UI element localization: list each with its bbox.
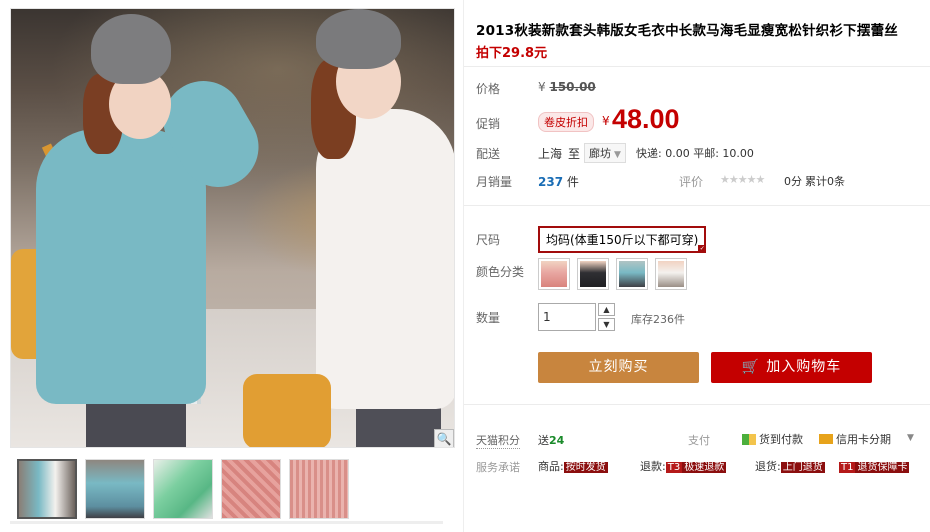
chevron-up-icon[interactable]: ▲ bbox=[598, 303, 615, 316]
model-legs bbox=[86, 399, 186, 447]
thumbnail[interactable] bbox=[17, 459, 77, 519]
cod-icon bbox=[742, 434, 756, 445]
add-to-cart-button[interactable]: 🛒 加入购物车 bbox=[711, 352, 872, 383]
points-number: 24 bbox=[549, 434, 565, 447]
points-value: 送24 bbox=[538, 432, 564, 448]
sales-label: 月销量 bbox=[476, 175, 513, 189]
add-to-cart-label: 加入购物车 bbox=[766, 359, 842, 375]
divider bbox=[464, 66, 930, 67]
original-price: ¥ 150.00 bbox=[538, 80, 596, 94]
stock-count: 库存236件 bbox=[631, 313, 685, 326]
service-item-label: 退款: bbox=[640, 460, 666, 473]
original-price-value: 150.00 bbox=[549, 80, 596, 94]
chevron-down-icon[interactable]: ▼ bbox=[907, 433, 914, 443]
promo-price: 48.00 bbox=[612, 104, 680, 134]
check-icon: ✓ bbox=[698, 245, 707, 253]
buy-now-button[interactable]: 立刻购买 bbox=[538, 352, 699, 383]
points-prefix: 送 bbox=[538, 434, 549, 447]
service-tag: T1 bbox=[839, 462, 856, 473]
service-tag: 退货保障卡 bbox=[855, 462, 910, 473]
quantity-input[interactable]: 1 bbox=[538, 303, 596, 331]
color-label: 颜色分类 bbox=[476, 265, 525, 279]
promo-label: 促销 bbox=[476, 117, 501, 131]
divider bbox=[464, 205, 930, 206]
service-tag: 上门退货 bbox=[780, 462, 825, 473]
thumbnail[interactable] bbox=[289, 459, 349, 519]
product-info-panel: 2013秋装新款套头韩版女毛衣中长款马海毛显瘦宽松针织衫下摆蕾丝 拍下29.8元… bbox=[463, 0, 930, 532]
size-label: 尺码 bbox=[476, 233, 501, 247]
payment-label: 支付 bbox=[688, 434, 710, 447]
cart-icon: 🛒 bbox=[741, 359, 761, 375]
quantity-label: 数量 bbox=[476, 311, 501, 325]
points-label[interactable]: 天猫积分 bbox=[476, 432, 520, 449]
payment-cod: 货到付款 bbox=[742, 431, 803, 447]
thumbnail[interactable] bbox=[221, 459, 281, 519]
chevron-down-icon[interactable]: ▼ bbox=[598, 318, 615, 331]
color-swatch-black[interactable] bbox=[577, 258, 609, 290]
thumbnail-scrollbar[interactable] bbox=[10, 521, 443, 524]
service-tag: T3 bbox=[665, 462, 683, 473]
service-item-label: 退货: bbox=[755, 460, 781, 473]
service-item: 退货: 上门退货 bbox=[755, 458, 825, 474]
payment-cod-label: 货到付款 bbox=[759, 433, 803, 446]
chevron-down-icon: ▼ bbox=[614, 150, 621, 160]
ship-to: 至 bbox=[568, 147, 581, 161]
shipping-label: 配送 bbox=[476, 147, 501, 161]
payment-card: 信用卡分期 bbox=[819, 431, 891, 447]
model-bag bbox=[243, 374, 331, 447]
price-label: 价格 bbox=[476, 82, 501, 96]
rating-score: 0分 bbox=[784, 175, 802, 188]
service-tag: 按时发货 bbox=[563, 462, 608, 473]
service-item: 退款: T3 极速退款 bbox=[640, 458, 727, 474]
shipping-fee: 快递: 0.00 平邮: 10.00 bbox=[636, 147, 754, 160]
product-gallery: 🔍 bbox=[10, 8, 455, 532]
thumbnail[interactable] bbox=[153, 459, 213, 519]
size-option-label: 均码(体重150斤以下都可穿) bbox=[546, 233, 699, 247]
credit-card-icon bbox=[819, 434, 833, 444]
sales-count: 237 件 bbox=[538, 173, 579, 190]
sales-count-value: 237 bbox=[538, 175, 564, 189]
model-hat bbox=[91, 14, 171, 84]
payment-card-label: 信用卡分期 bbox=[836, 433, 891, 446]
sales-unit: 件 bbox=[566, 175, 579, 189]
main-product-image[interactable]: 🔍 bbox=[10, 8, 455, 448]
service-label: 服务承诺 bbox=[476, 461, 520, 474]
magnifier-icon[interactable]: 🔍 bbox=[434, 429, 454, 447]
currency-symbol: ¥ bbox=[538, 80, 546, 94]
model-hat bbox=[316, 9, 401, 69]
ship-city-select[interactable]: 廊坊 ▼ bbox=[584, 143, 626, 163]
divider bbox=[464, 404, 930, 405]
product-title: 2013秋装新款套头韩版女毛衣中长款马海毛显瘦宽松针织衫下摆蕾丝 bbox=[476, 23, 898, 39]
review-count[interactable]: 累计0条 bbox=[805, 173, 845, 189]
service-item-label: 商品: bbox=[538, 460, 564, 473]
ship-from: 上海 bbox=[538, 147, 563, 161]
service-tag: 极速退款 bbox=[682, 462, 727, 473]
model-sweater-blue bbox=[36, 129, 206, 404]
service-item: 商品: 按时发货 bbox=[538, 458, 608, 474]
color-swatch-blue[interactable] bbox=[616, 258, 648, 290]
star-rating: ★★★★★ bbox=[720, 173, 765, 186]
service-item: T1 退货保障卡 bbox=[839, 458, 910, 473]
promo-tag: 卷皮折扣 bbox=[538, 112, 594, 132]
color-swatch-pink[interactable] bbox=[538, 258, 570, 290]
product-subtitle: 拍下29.8元 bbox=[476, 46, 548, 61]
color-swatch-white[interactable] bbox=[655, 258, 687, 290]
size-option[interactable]: 均码(体重150斤以下都可穿) ✓ bbox=[538, 226, 707, 253]
ship-city-value: 廊坊 bbox=[589, 147, 611, 160]
currency-symbol: ¥ bbox=[602, 114, 610, 128]
color-swatches bbox=[538, 258, 687, 290]
rating-label: 评价 bbox=[679, 175, 704, 189]
thumbnail[interactable] bbox=[85, 459, 145, 519]
